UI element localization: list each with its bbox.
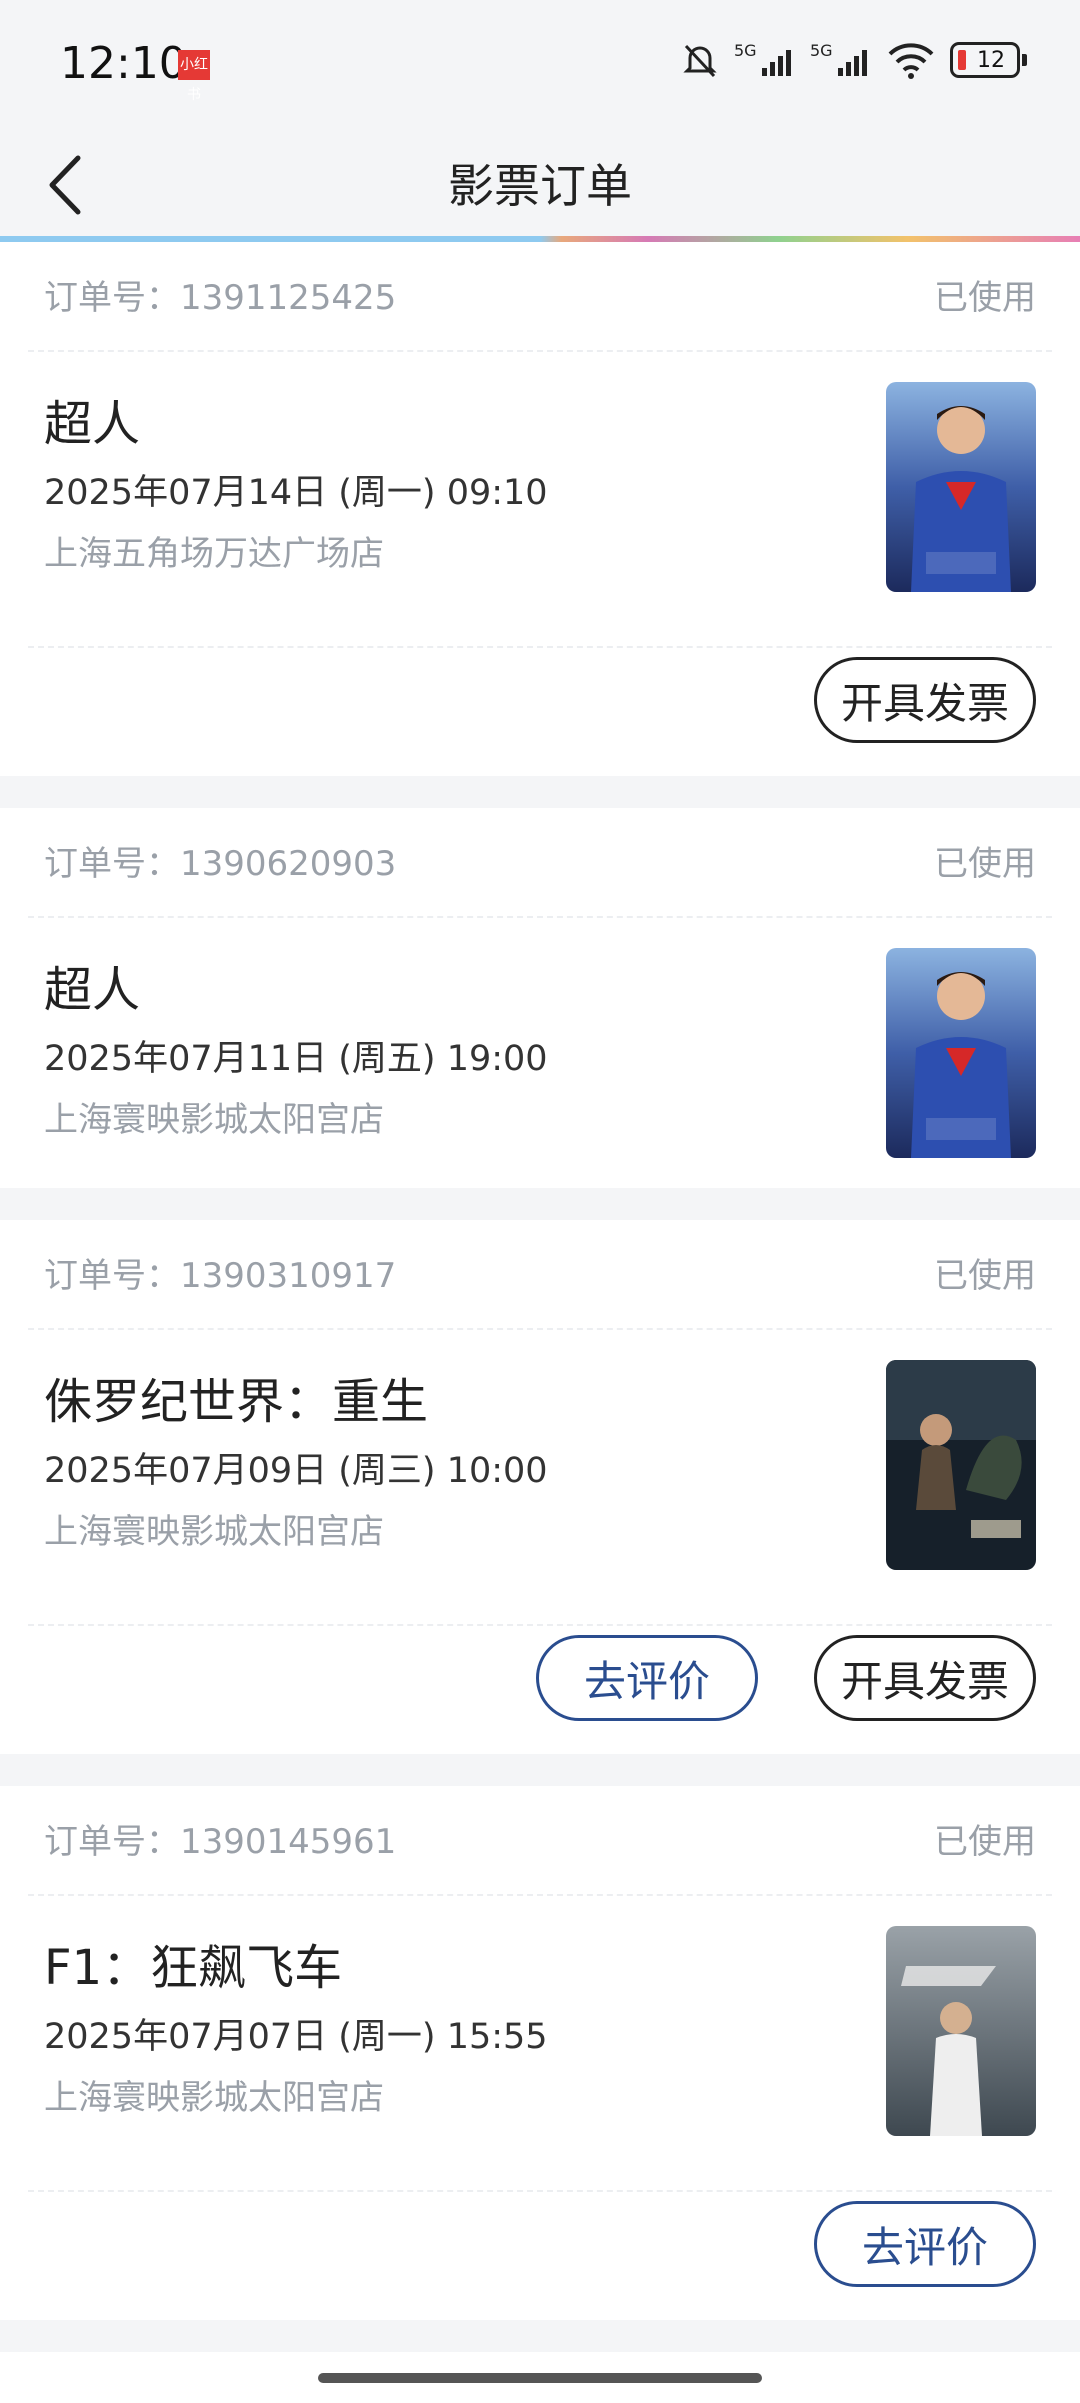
battery-icon: 12 [950, 42, 1027, 78]
order-card[interactable]: 订单号：1391125425 已使用 超人 2025年07月14日 (周一) 0… [0, 242, 1080, 776]
movie-title: F1：狂飙飞车 [44, 1940, 343, 1996]
page-title: 影票订单 [448, 159, 632, 213]
invoice-button[interactable]: 开具发票 [814, 1635, 1036, 1721]
cinema-name: 上海寰映影城太阳宫店 [44, 1512, 384, 1552]
home-indicator[interactable] [318, 2373, 762, 2383]
divider [28, 916, 1052, 918]
order-number: 订单号：1390310917 [44, 1256, 397, 1296]
divider [28, 2190, 1052, 2192]
cinema-name: 上海寰映影城太阳宫店 [44, 1100, 384, 1140]
order-number: 订单号：1390620903 [44, 844, 397, 884]
movie-title: 超人 [44, 396, 141, 452]
showtime: 2025年07月14日 (周一) 09:10 [44, 473, 548, 513]
cinema-name: 上海寰映影城太阳宫店 [44, 2078, 384, 2118]
order-status: 已使用 [934, 1822, 1036, 1862]
divider [28, 1624, 1052, 1626]
order-header: 订单号：1390620903 已使用 [44, 808, 1036, 908]
wifi-icon [888, 43, 934, 79]
movie-title: 侏罗纪世界：重生 [44, 1374, 429, 1430]
movie-poster [886, 1360, 1036, 1570]
status-bar: 12:10 小红书 5G 5G 12 [0, 0, 1080, 130]
divider [28, 1894, 1052, 1896]
nav-bar: 影票订单 [0, 130, 1080, 240]
cinema-name: 上海五角场万达广场店 [44, 534, 384, 574]
showtime: 2025年07月11日 (周五) 19:00 [44, 1039, 548, 1079]
order-card[interactable]: 订单号：1390620903 已使用 超人 2025年07月11日 (周五) 1… [0, 808, 1080, 1188]
order-header: 订单号：1390145961 已使用 [44, 1786, 1036, 1886]
signal-5g-icon: 5G [734, 41, 791, 76]
showtime: 2025年07月09日 (周三) 10:00 [44, 1451, 548, 1491]
movie-poster [886, 1926, 1036, 2136]
order-number: 订单号：1390145961 [44, 1822, 397, 1862]
status-time: 12:10 [60, 38, 187, 89]
signal-5g-icon-2: 5G [810, 41, 867, 76]
order-header: 订单号：1391125425 已使用 [44, 242, 1036, 342]
order-status: 已使用 [934, 278, 1036, 318]
mute-bell-icon [683, 44, 717, 78]
divider [28, 646, 1052, 648]
showtime: 2025年07月07日 (周一) 15:55 [44, 2017, 548, 2057]
invoice-button[interactable]: 开具发票 [814, 657, 1036, 743]
battery-level: 12 [977, 47, 1005, 73]
review-button[interactable]: 去评价 [536, 1635, 758, 1721]
order-card[interactable]: 订单号：1390310917 已使用 侏罗纪世界：重生 2025年07月09日 … [0, 1220, 1080, 1754]
order-status: 已使用 [934, 844, 1036, 884]
divider [28, 350, 1052, 352]
status-icons: 5G 5G 12 [680, 40, 1027, 80]
svg-text:5G: 5G [810, 41, 833, 60]
svg-text:5G: 5G [734, 41, 757, 60]
movie-title: 超人 [44, 962, 141, 1018]
order-card[interactable]: 订单号：1390145961 已使用 F1：狂飙飞车 2025年07月07日 (… [0, 1786, 1080, 2320]
movie-poster [886, 948, 1036, 1158]
order-number: 订单号：1391125425 [44, 278, 397, 318]
movie-poster [886, 382, 1036, 592]
app-notification-badge: 小红书 [178, 50, 210, 103]
order-header: 订单号：1390310917 已使用 [44, 1220, 1036, 1320]
review-button[interactable]: 去评价 [814, 2201, 1036, 2287]
order-status: 已使用 [934, 1256, 1036, 1296]
divider [28, 1328, 1052, 1330]
